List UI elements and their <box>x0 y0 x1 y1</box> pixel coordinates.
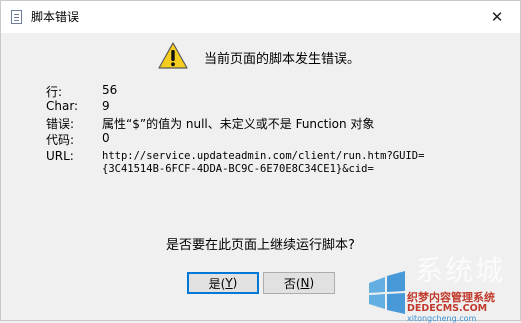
line-value: 56 <box>102 83 118 97</box>
error-headline: 当前页面的脚本发生错误。 <box>204 52 361 67</box>
title-bar: 脚本错误 ✕ <box>1 1 520 33</box>
yes-button-close: ) <box>232 276 238 290</box>
no-mnemonic: N <box>300 276 310 290</box>
script-error-dialog: 脚本错误 ✕ 当前页面的脚本发生错误。 行: 56 Char: 9 错误: 属性… <box>0 0 521 323</box>
no-button[interactable]: 否(N) <box>263 272 335 294</box>
no-button-label: 否( <box>283 276 301 291</box>
watermark-cms-domain: DEDECMS.COM <box>407 303 488 314</box>
char-value: 9 <box>102 99 110 113</box>
document-icon <box>11 10 22 24</box>
window-title: 脚本错误 <box>31 10 80 24</box>
error-value: 属性“$”的值为 null、未定义或不是 Function 对象 <box>102 117 375 131</box>
windows-logo-icon <box>369 271 405 314</box>
watermark: 系统城 织梦内容管理系统 DEDECMS.COM xitongcheng.com <box>363 249 521 323</box>
error-label: 错误: <box>46 117 75 131</box>
close-button[interactable]: ✕ <box>474 1 520 33</box>
watermark-domain: xitongcheng.com <box>407 314 477 323</box>
warning-icon <box>158 42 188 69</box>
code-value: 0 <box>102 131 110 145</box>
url-value-line1: http://service.updateadmin.com/client/ru… <box>102 150 425 162</box>
yes-button-label: 是( <box>208 276 226 291</box>
watermark-brand: 系统城 <box>415 254 506 287</box>
url-value-line2: {3C41514B-6FCF-4DDA-BC9C-6E70E8C34CE1}&c… <box>102 163 374 175</box>
yes-mnemonic: Y <box>225 276 233 290</box>
code-label: 代码: <box>46 133 75 147</box>
line-label: 行: <box>46 85 63 99</box>
yes-button[interactable]: 是(Y) <box>187 272 259 294</box>
close-icon: ✕ <box>490 8 504 26</box>
url-label: URL: <box>46 149 74 163</box>
no-button-close: ) <box>309 276 315 290</box>
char-label: Char: <box>46 99 79 113</box>
